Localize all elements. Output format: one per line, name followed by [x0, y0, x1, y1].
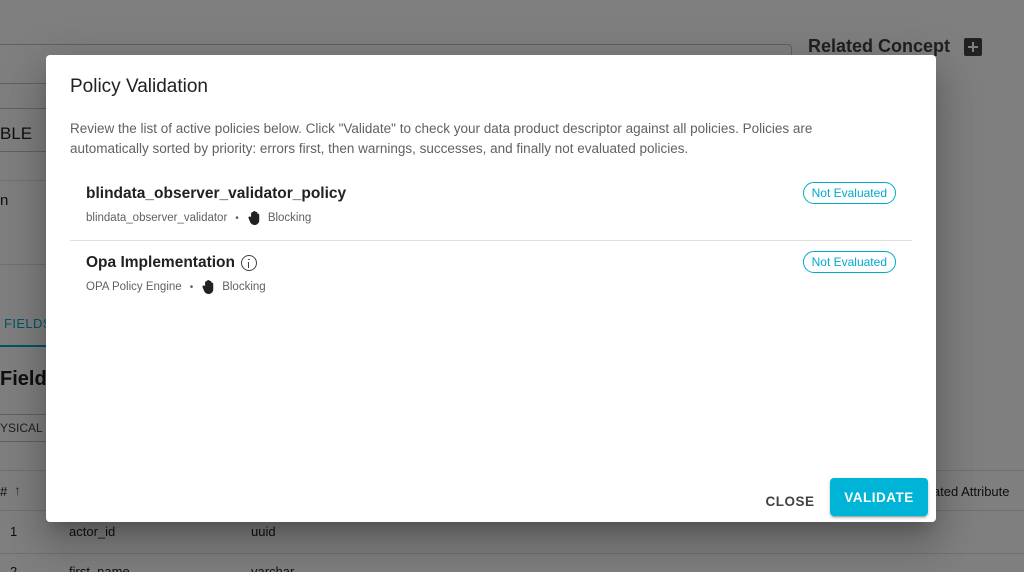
meta-separator: •	[189, 281, 194, 293]
close-button[interactable]: CLOSE	[760, 483, 820, 519]
policy-name: blindata_observer_validator_policy	[86, 185, 346, 203]
status-badge: Not Evaluated	[802, 182, 896, 204]
dialog-description: Review the list of active policies below…	[70, 121, 813, 156]
policy-name: Opa Implementation	[86, 254, 257, 272]
status-badge: Not Evaluated	[802, 251, 896, 273]
policy-engine: blindata_observer_validator	[86, 212, 228, 224]
policy-name-text: Opa Implementation	[86, 254, 235, 271]
policy-list-item: blindata_observer_validator_policy blind…	[70, 173, 912, 241]
blocking-hand-icon	[248, 211, 260, 225]
meta-separator: •	[235, 212, 239, 224]
policy-mode: Blocking	[222, 281, 266, 293]
policy-engine: OPA Policy Engine	[86, 281, 182, 293]
policy-validation-dialog: Policy Validation Review the list of act…	[46, 55, 936, 522]
info-icon[interactable]	[241, 255, 257, 271]
policy-meta: OPA Policy Engine • Blocking	[86, 280, 266, 294]
policy-mode: Blocking	[267, 212, 312, 224]
policy-meta: blindata_observer_validator • Blocking	[86, 211, 311, 225]
policy-name-text: blindata_observer_validator_policy	[86, 185, 347, 202]
blocking-hand-icon	[202, 280, 214, 294]
dialog-title: Policy Validation	[70, 76, 209, 97]
validate-button[interactable]: VALIDATE	[830, 478, 928, 516]
policy-list-item: Opa Implementation OPA Policy Engine • B…	[70, 242, 912, 310]
